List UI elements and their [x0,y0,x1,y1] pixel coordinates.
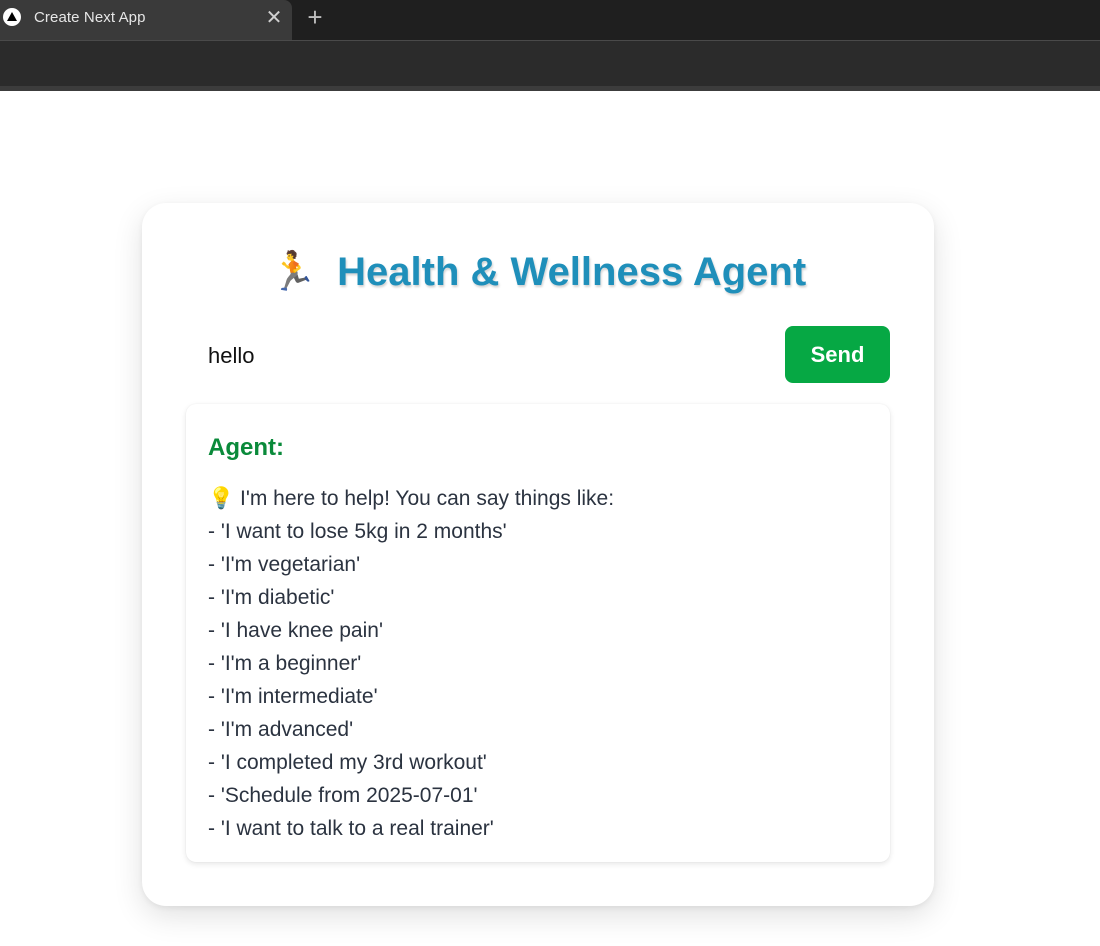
agent-message-line: - 'I'm a beginner' [208,652,362,675]
agent-message-line: - 'I'm diabetic' [208,586,335,609]
browser-tab[interactable]: Create Next App ✕ [0,0,292,40]
agent-message: 💡 I'm here to help! You can say things l… [208,482,868,845]
runner-icon: 🏃 [269,251,318,293]
page-title: 🏃 Health & Wellness Agent [142,247,934,297]
send-button[interactable]: Send [785,326,890,383]
agent-message-line: - 'I want to talk to a real trainer' [208,817,494,840]
agent-message-line: - 'I completed my 3rd workout' [208,751,487,774]
new-tab-icon[interactable]: + [303,4,327,30]
toolbar-divider [0,86,1100,91]
page-title-text: Health & Wellness Agent [337,249,807,294]
agent-message-line: - 'I want to lose 5kg in 2 months' [208,520,507,543]
agent-message-line: - 'Schedule from 2025-07-01' [208,784,478,807]
message-input[interactable] [188,326,768,386]
agent-message-line: - 'I'm vegetarian' [208,553,361,576]
agent-message-line: - 'I'm intermediate' [208,685,378,708]
agent-card: 🏃 Health & Wellness Agent Send Agent: 💡 … [142,203,934,906]
browser-toolbar [0,40,1100,87]
agent-label: Agent: [208,434,284,461]
agent-message-line: - 'I have knee pain' [208,619,383,642]
nextjs-favicon-icon [3,8,21,26]
agent-message-line: - 'I'm advanced' [208,718,354,741]
close-tab-icon[interactable]: ✕ [264,8,284,28]
browser-tab-strip: Create Next App ✕ + [0,0,1100,40]
agent-response-box: Agent: 💡 I'm here to help! You can say t… [186,404,890,862]
agent-message-line: 💡 I'm here to help! You can say things l… [208,487,615,510]
tab-title: Create Next App [34,9,146,26]
